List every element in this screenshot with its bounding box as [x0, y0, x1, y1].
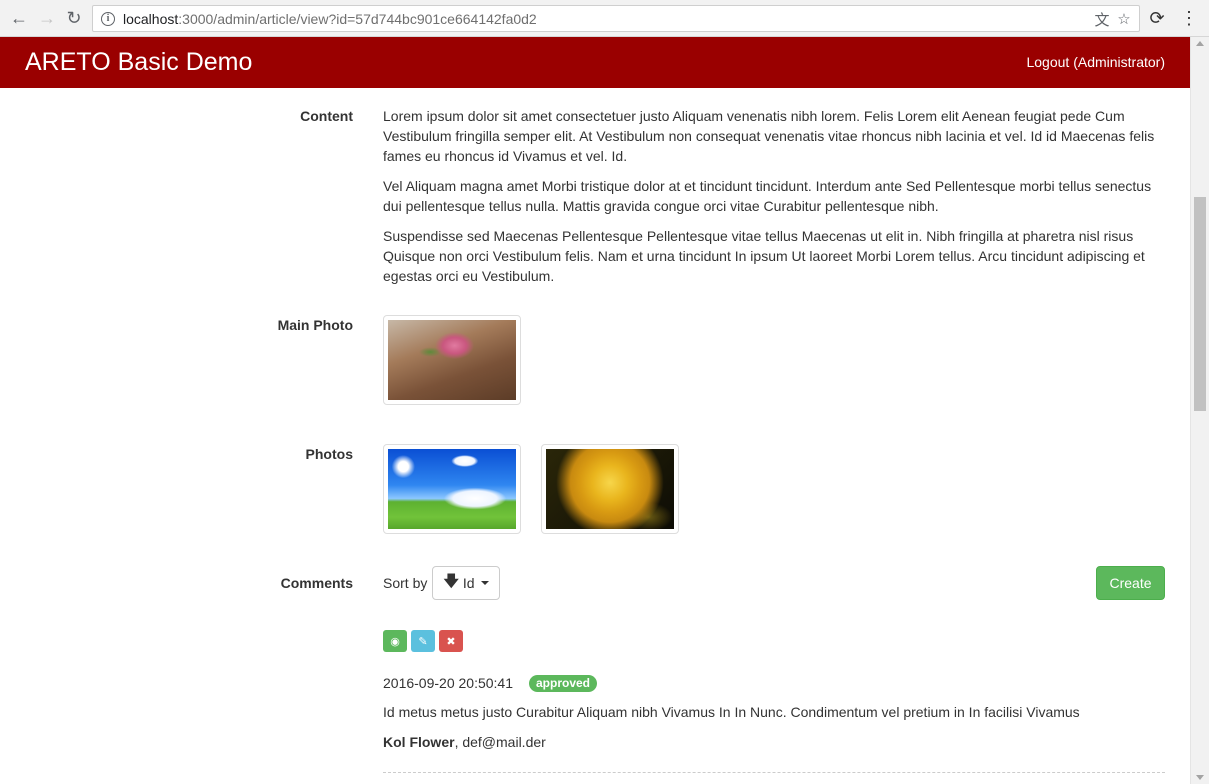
- forward-arrow-icon[interactable]: →: [37, 8, 57, 28]
- extension-icon[interactable]: ⟳: [1147, 8, 1167, 28]
- close-icon: ✖: [446, 635, 456, 648]
- sort-down-arrow-icon: 🡇: [443, 572, 459, 590]
- main-photo-thumbnail[interactable]: [383, 315, 521, 405]
- landscape-image: [388, 449, 516, 529]
- create-comment-button[interactable]: Create: [1096, 566, 1165, 600]
- app-navbar: ARETO Basic Demo Logout (Administrator): [0, 37, 1190, 88]
- url-text[interactable]: localhost:3000/admin/article/view?id=57d…: [123, 11, 537, 27]
- content-label: Content: [300, 108, 353, 124]
- pink-rose-image: [388, 320, 516, 400]
- eye-icon: ◉: [390, 635, 400, 648]
- address-bar[interactable]: i localhost:3000/admin/article/view?id=5…: [92, 5, 1140, 32]
- back-arrow-icon[interactable]: ←: [9, 8, 29, 28]
- main-photo-label: Main Photo: [277, 317, 353, 333]
- url-host: localhost: [123, 11, 179, 27]
- content-paragraph-2: Vel Aliquam magna amet Morbi tristique d…: [383, 178, 1152, 214]
- photo-thumbnail-yellow-rose[interactable]: [541, 444, 679, 534]
- edit-icon: ✎: [418, 635, 428, 648]
- bookmark-star-icon[interactable]: ☆: [1115, 10, 1133, 28]
- page-scrollbar[interactable]: [1190, 37, 1209, 784]
- photo-thumbnail-landscape[interactable]: [383, 444, 521, 534]
- photos-label: Photos: [305, 446, 353, 462]
- status-badge: approved: [529, 675, 598, 692]
- url-path: :3000/admin/article/view?id=57d744bc901c…: [178, 11, 537, 27]
- comment-author-name: Kol Flower: [383, 734, 455, 750]
- view-comment-button[interactable]: ◉: [383, 630, 407, 652]
- yellow-rose-image: [546, 449, 674, 529]
- comment-divider: [383, 772, 1165, 773]
- sort-value: Id: [462, 575, 475, 591]
- edit-comment-button[interactable]: ✎: [411, 630, 435, 652]
- comment-text: Id metus metus justo Curabitur Aliquam n…: [383, 704, 1080, 720]
- reload-icon[interactable]: ↻: [64, 8, 84, 28]
- sort-by-label: Sort by: [383, 575, 428, 591]
- caret-down-icon: [480, 581, 489, 585]
- content-paragraph-1: Lorem ipsum dolor sit amet consectetuer …: [383, 108, 1155, 164]
- delete-comment-button[interactable]: ✖: [439, 630, 463, 652]
- info-icon[interactable]: i: [101, 12, 115, 26]
- sort-dropdown-button[interactable]: 🡇 Id: [432, 566, 500, 600]
- comments-label: Comments: [280, 575, 353, 591]
- scroll-up-arrow-icon[interactable]: [1196, 41, 1204, 46]
- comment-author-line: Kol Flower, def@mail.der: [383, 734, 546, 750]
- logout-link[interactable]: Logout (Administrator): [1026, 54, 1165, 70]
- menu-kebab-icon[interactable]: ⋮: [1179, 8, 1199, 28]
- comment-date: 2016-09-20 20:50:41: [383, 675, 513, 691]
- scroll-down-arrow-icon[interactable]: [1196, 775, 1204, 780]
- translate-icon[interactable]: 文: [1093, 10, 1111, 29]
- comment-author-email: , def@mail.der: [454, 734, 546, 750]
- scroll-thumb[interactable]: [1194, 197, 1206, 411]
- browser-toolbar: ← → ↻ i localhost:3000/admin/article/vie…: [0, 0, 1209, 37]
- content-paragraph-3: Suspendisse sed Maecenas Pellentesque Pe…: [383, 228, 1145, 284]
- brand-title[interactable]: ARETO Basic Demo: [25, 48, 252, 77]
